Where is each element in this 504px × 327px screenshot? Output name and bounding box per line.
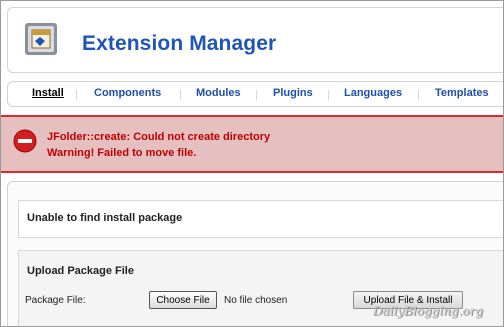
tab-templates[interactable]: Templates <box>435 87 489 99</box>
choose-file-button[interactable]: Choose File <box>149 291 217 309</box>
tab-components[interactable]: Components <box>94 87 161 99</box>
extension-package-icon <box>22 20 60 58</box>
tab-install[interactable]: Install <box>32 87 64 99</box>
error-minus-icon <box>13 129 37 153</box>
page-title: Extension Manager <box>82 32 277 55</box>
error-banner: JFolder::create: Could not create direct… <box>1 115 503 173</box>
tab-separator <box>328 90 329 100</box>
no-file-chosen-text: No file chosen <box>224 295 288 306</box>
package-file-label: Package File: <box>25 295 86 306</box>
extension-manager-window: Extension Manager Install Components Mod… <box>0 0 504 327</box>
watermark: DailyBlogging.org <box>373 304 484 318</box>
tab-modules[interactable]: Modules <box>196 87 241 99</box>
tab-languages[interactable]: Languages <box>344 87 402 99</box>
tab-plugins[interactable]: Plugins <box>273 87 313 99</box>
status-message-box: Unable to find install package <box>18 200 503 238</box>
tab-bar: Install Components Modules Plugins Langu… <box>7 81 503 107</box>
tab-separator <box>418 90 419 100</box>
status-message: Unable to find install package <box>27 212 183 224</box>
tab-separator <box>256 90 257 100</box>
upload-section-title: Upload Package File <box>27 265 134 277</box>
tab-separator <box>180 90 181 100</box>
header-panel: Extension Manager <box>7 7 503 73</box>
tab-separator <box>76 90 77 100</box>
error-message: JFolder::create: Could not create direct… <box>47 131 271 143</box>
warning-message: Warning! Failed to move file. <box>47 147 197 159</box>
